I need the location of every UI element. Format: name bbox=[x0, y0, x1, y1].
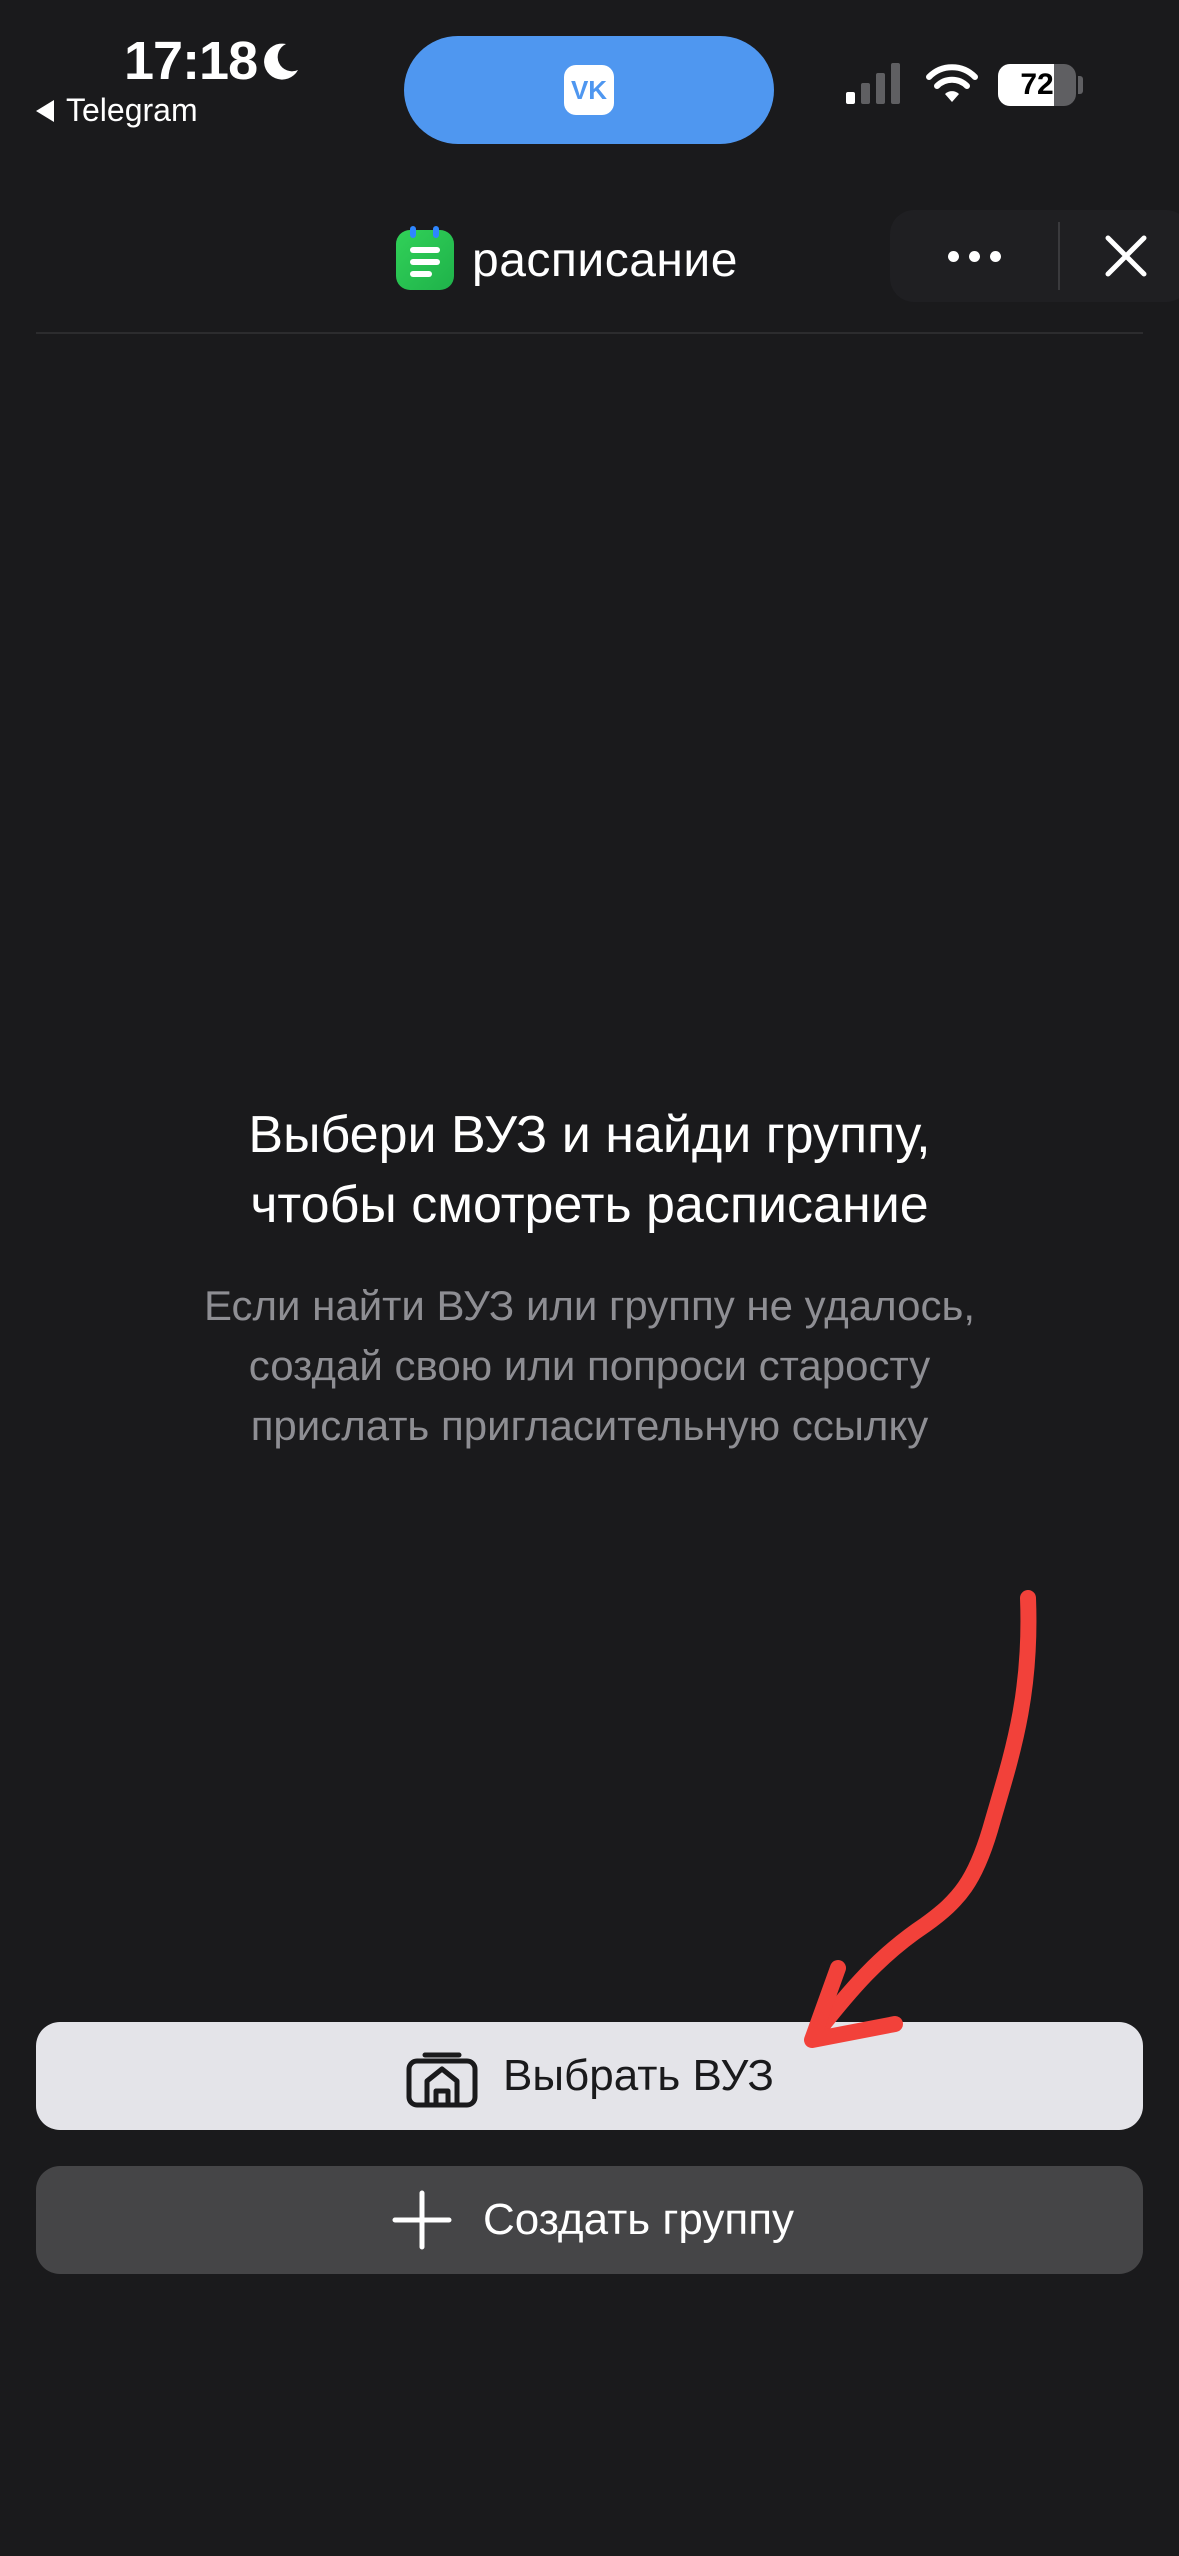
dynamic-island[interactable]: VK bbox=[404, 36, 774, 144]
status-time: 17:18 bbox=[124, 31, 258, 91]
wifi-icon bbox=[926, 64, 978, 102]
screen: 17:18 Telegram VK 72 расписание Выбери В… bbox=[0, 0, 1179, 2556]
create-group-label: Создать группу bbox=[482, 2195, 795, 2244]
battery-indicator: 72 bbox=[998, 64, 1076, 106]
app-title: расписание bbox=[472, 233, 738, 287]
cellular-signal-icon bbox=[846, 63, 900, 104]
close-icon bbox=[1105, 235, 1147, 277]
more-button[interactable] bbox=[890, 210, 1058, 302]
calendar-list-icon bbox=[396, 226, 454, 290]
ellipsis-icon bbox=[947, 250, 959, 262]
app-header: расписание bbox=[36, 210, 1179, 334]
vk-icon: VK bbox=[564, 65, 614, 115]
back-app-label: Telegram bbox=[66, 92, 198, 128]
header-actions bbox=[890, 210, 1179, 302]
close-button[interactable] bbox=[1062, 210, 1179, 302]
empty-state-subtitle: Если найти ВУЗ или группу не удалось, со… bbox=[203, 1282, 975, 1449]
actions-divider bbox=[1058, 222, 1060, 290]
battery-tip bbox=[1078, 76, 1083, 94]
battery-percent: 72 bbox=[1020, 68, 1054, 101]
back-arrow-icon bbox=[36, 99, 54, 122]
back-to-telegram[interactable]: Telegram bbox=[36, 92, 198, 129]
empty-state-title: Выбери ВУЗ и найди группу, чтобы смотрет… bbox=[248, 1106, 931, 1234]
choose-university-label: Выбрать ВУЗ bbox=[503, 2051, 774, 2100]
create-group-button[interactable]: Создать группу bbox=[36, 2166, 1143, 2274]
app-title-group: расписание bbox=[396, 226, 738, 290]
moon-icon bbox=[264, 43, 298, 80]
choose-university-button[interactable]: Выбрать ВУЗ bbox=[36, 2022, 1143, 2130]
university-icon bbox=[405, 2043, 479, 2109]
plus-icon bbox=[385, 2187, 459, 2253]
